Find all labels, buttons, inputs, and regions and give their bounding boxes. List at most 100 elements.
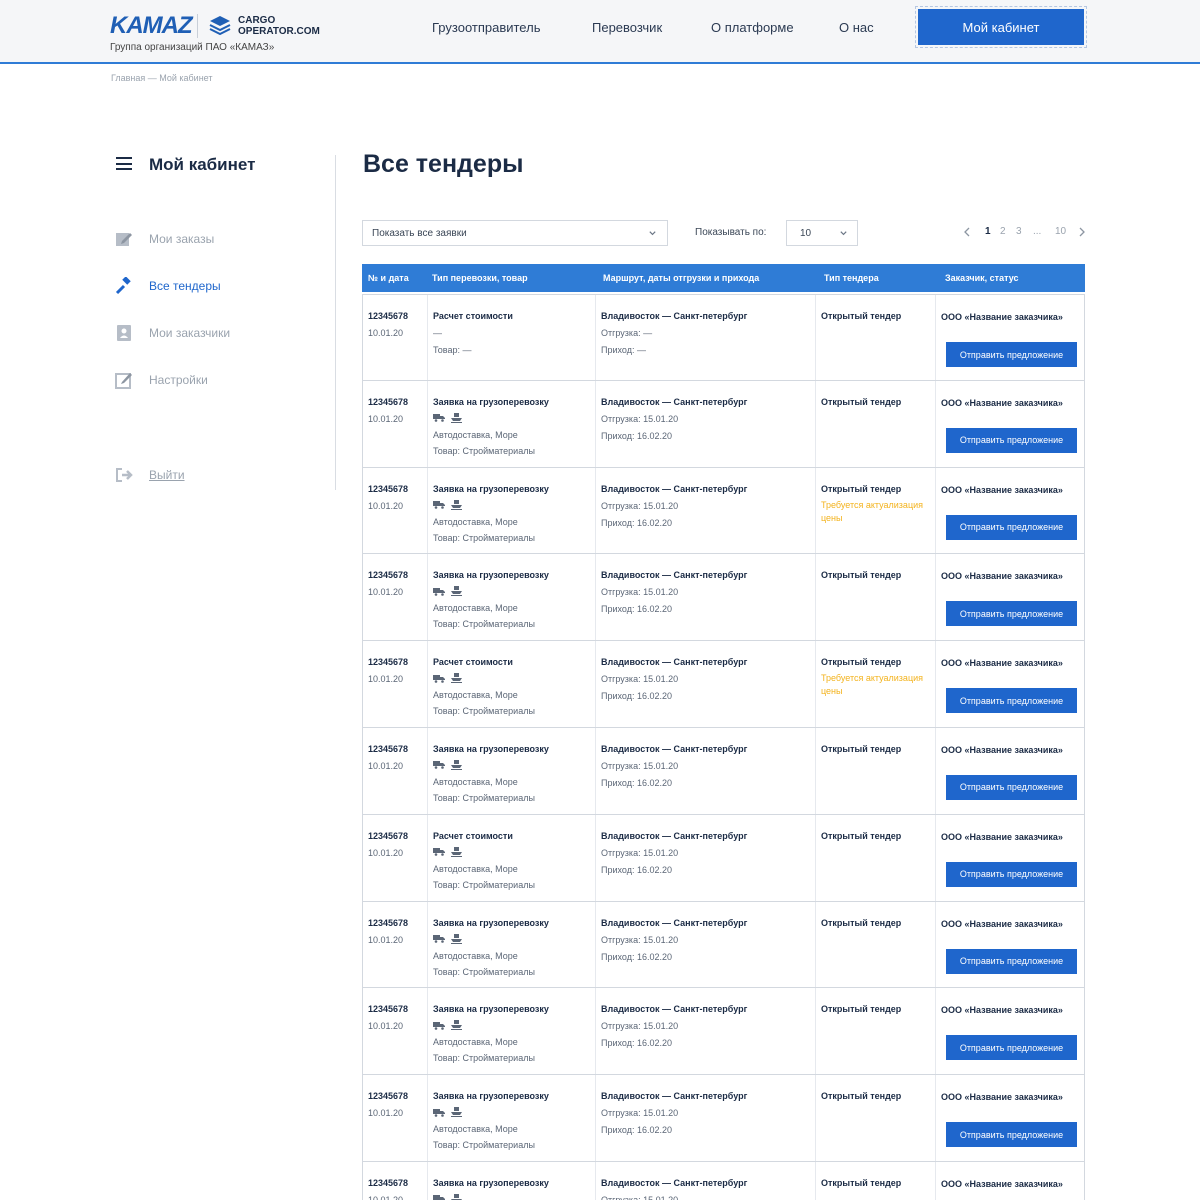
pagination-page-10[interactable]: 10 <box>1055 226 1066 237</box>
nav-carrier[interactable]: Перевозчик <box>592 20 662 35</box>
cell-route: Владивосток — Санкт-петербург Отгрузка: 1… <box>595 988 815 1075</box>
table-row[interactable]: 12345678 10.01.20 Расчет стоимости Автодост… <box>362 814 1085 902</box>
goods: Товар: Стройматериалы <box>433 532 535 543</box>
goods: Товар: Стройматериалы <box>433 792 535 803</box>
transport-type: Заявка на грузоперевозку <box>433 483 549 494</box>
cell-number-date: 12345678 10.01.20 <box>363 468 427 554</box>
ship-icon <box>451 933 462 944</box>
send-offer-button[interactable]: Отправить предложение <box>946 1122 1077 1148</box>
table-row[interactable]: 12345678 10.01.20 Заявка на грузоперевозку… <box>362 467 1085 555</box>
table-row[interactable]: 12345678 10.01.20 Заявка на грузоперевозку… <box>362 380 1086 468</box>
route: Владивосток — Санкт-петербург <box>601 311 748 321</box>
site-header: KAMAZ CARGO OPERATOR.COM Группа организа… <box>0 0 1200 64</box>
cell-tender-type: Открытый тендер <box>815 295 935 380</box>
truck-icon <box>433 587 445 596</box>
column-header-customer: Заказчик, статус <box>945 273 1019 283</box>
tender-type: Открытый тендер <box>821 396 902 407</box>
pagination-page-2[interactable]: 2 <box>1000 226 1006 237</box>
route: Владивосток — Санкт-петербург <box>601 1091 748 1102</box>
route: Владивосток — Санкт-петербург <box>601 1177 748 1188</box>
pagination-prev-icon[interactable] <box>963 227 971 237</box>
send-offer-button[interactable]: Отправить предложение <box>946 427 1077 453</box>
ship-icon <box>451 1020 462 1031</box>
cell-route: Владивосток — Санкт-петербург Отгрузка: 1… <box>595 1161 815 1200</box>
arrival-date: Приход: 16.02.20 <box>601 777 672 788</box>
tender-type: Открытый тендер <box>821 657 902 668</box>
ship-icon <box>451 846 462 857</box>
cell-customer: ООО «Название заказчика» Отправить предло… <box>935 380 1086 467</box>
kamaz-logo[interactable]: KAMAZ <box>110 12 193 40</box>
chevron-down-icon <box>649 231 656 236</box>
customer-name: ООО «Название заказчика» <box>941 397 1063 408</box>
pagination-page-1[interactable]: 1 <box>985 226 991 237</box>
table-row[interactable]: 12345678 10.01.20 Заявка на грузоперевозку… <box>362 1075 1085 1162</box>
send-offer-button[interactable]: Отправить предложение <box>946 514 1077 540</box>
truck-icon <box>433 1108 445 1117</box>
show-by-label: Показывать по: <box>695 227 767 238</box>
arrival-date: Приход: 16.02.20 <box>601 430 672 441</box>
pagination-next-icon[interactable] <box>1078 227 1086 237</box>
ship-icon <box>451 759 462 770</box>
cell-number-date: 12345678 10.01.20 <box>363 988 427 1074</box>
tender-number: 12345678 <box>368 483 409 494</box>
ship-icon <box>451 586 462 597</box>
tender-date: 10.01.20 <box>368 328 404 338</box>
column-header-number: № и дата <box>368 273 409 283</box>
table-row[interactable]: 12345678 10.01.20 Заявка на грузоперевозку… <box>362 901 1085 989</box>
shipment-date: Отгрузка: 15.01.20 <box>601 413 679 424</box>
tender-number: 12345678 <box>368 1004 409 1015</box>
truck-icon <box>433 848 445 857</box>
goods: Товар: Стройматериалы <box>433 619 535 630</box>
tender-number: 12345678 <box>368 743 409 754</box>
cell-tender-type: Открытый тендер Требуется актуализация це… <box>815 641 935 727</box>
send-offer-button[interactable]: Отправить предложение <box>946 1035 1077 1061</box>
shipment-date: Отгрузка: — <box>601 328 653 338</box>
table-row[interactable]: 12345678 10.01.20 Расчет стоимости Автодост… <box>362 641 1085 728</box>
ship-icon <box>451 673 462 684</box>
table-row[interactable]: 12345678 10.01.20 Заявка на грузоперевозку… <box>362 1161 1085 1200</box>
sidebar-item-settings[interactable]: Настройки <box>115 371 208 389</box>
cell-tender-type: Открытый тендер <box>815 988 935 1075</box>
sidebar-item-all-tenders[interactable]: Все тендеры <box>115 277 221 295</box>
transport-icons <box>433 759 591 770</box>
send-offer-button[interactable]: Отправить предложение <box>946 774 1077 800</box>
nav-shipper[interactable]: Грузоотправитель <box>432 20 540 35</box>
breadcrumb[interactable]: Главная — Мой кабинет <box>111 73 213 83</box>
tender-number: 12345678 <box>368 1091 409 1102</box>
route: Владивосток — Санкт-петербург <box>601 1004 748 1015</box>
filter-select[interactable]: Показать все заявки <box>362 220 668 246</box>
pagination-page-3[interactable]: 3 <box>1016 226 1022 237</box>
page-title: Все тендеры <box>363 150 524 178</box>
cell-route: Владивосток — Санкт-петербург Отгрузка: 1… <box>595 641 815 727</box>
send-offer-button[interactable]: Отправить предложение <box>946 948 1077 974</box>
cell-tender-type: Открытый тендер <box>815 554 935 641</box>
send-offer-button[interactable]: Отправить предложение <box>946 342 1077 367</box>
cell-type-goods: Заявка на грузоперевозку Автодоставка, Мо… <box>427 988 595 1075</box>
shipment-date: Отгрузка: 15.01.20 <box>601 1021 679 1032</box>
customer-name: ООО «Название заказчика» <box>941 831 1063 842</box>
cargo-operator-logo[interactable]: CARGO OPERATOR.COM <box>238 15 320 37</box>
table-header: № и дата Тип перевозки, товар Маршрут, д… <box>362 264 1085 292</box>
sidebar-item-my-orders[interactable]: Мои заказы <box>115 230 214 248</box>
send-offer-button[interactable]: Отправить предложение <box>946 688 1077 714</box>
gavel-icon <box>115 277 133 295</box>
show-by-select[interactable]: 10 <box>786 220 858 246</box>
goods: Товар: Стройматериалы <box>433 706 535 717</box>
table-row[interactable]: 12345678 10.01.20 Заявка на грузоперевозку… <box>362 988 1085 1076</box>
table-row[interactable]: 12345678 10.01.20 Расчет стоимости — Товар: … <box>362 294 1085 381</box>
cell-tender-type: Открытый тендер <box>815 1075 935 1161</box>
menu-icon[interactable] <box>116 157 132 170</box>
sidebar-divider <box>335 155 336 490</box>
settings-edit-icon <box>115 371 133 389</box>
my-cabinet-button[interactable]: Мой кабинет <box>915 6 1087 48</box>
send-offer-button[interactable]: Отправить предложение <box>946 601 1077 627</box>
table-row[interactable]: 12345678 10.01.20 Заявка на грузоперевозку… <box>362 727 1085 815</box>
customer-name: ООО «Название заказчика» <box>941 571 1063 582</box>
table-row[interactable]: 12345678 10.01.20 Заявка на грузоперевозку… <box>362 554 1085 642</box>
logout-link[interactable]: Выйти <box>115 466 185 484</box>
sidebar-item-my-customers[interactable]: Мои заказчики <box>115 324 230 342</box>
send-offer-button[interactable]: Отправить предложение <box>946 861 1077 887</box>
nav-about-us[interactable]: О нас <box>839 20 874 35</box>
transport-mode: Автодоставка, Море <box>433 950 518 961</box>
nav-about-platform[interactable]: О платформе <box>711 20 794 35</box>
